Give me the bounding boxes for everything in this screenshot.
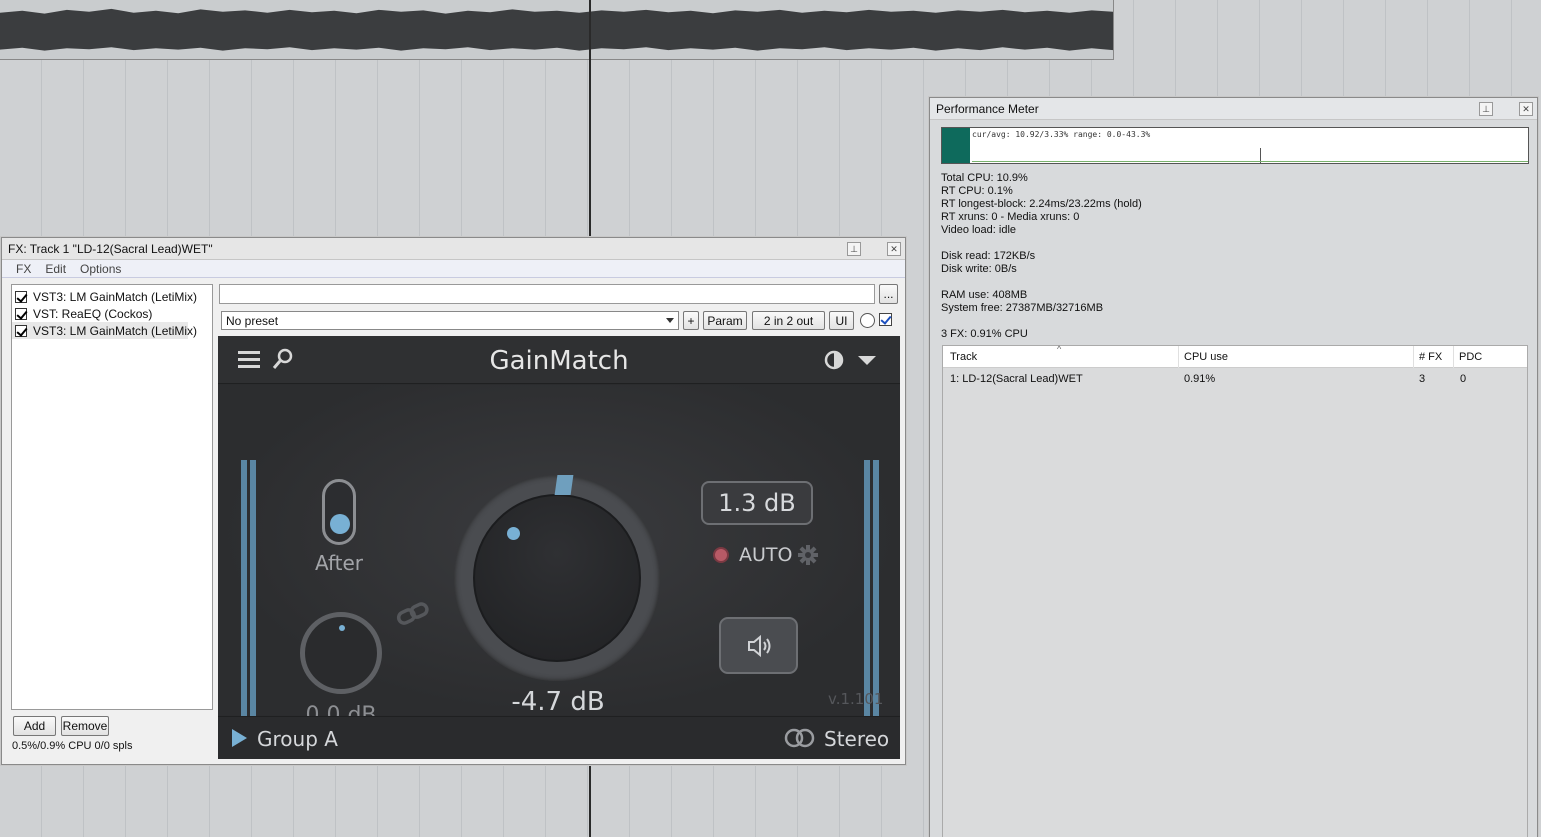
stat-fx-cpu: 3 FX: 0.91% CPU <box>941 328 1028 340</box>
track-cpu-table[interactable]: Track ^ CPU use # FX PDC 1: LD-12(Sacral… <box>942 344 1528 837</box>
perf-title: Performance Meter <box>936 101 1039 116</box>
fx-cpu-status: 0.5%/0.9% CPU 0/0 spls <box>12 740 133 752</box>
before-after-switch[interactable] <box>322 479 356 545</box>
pin-icon[interactable]: ⊥ <box>847 242 861 256</box>
wet-knob[interactable] <box>860 313 875 328</box>
column-track[interactable]: Track <box>950 351 977 363</box>
preset-more-button[interactable]: ... <box>879 284 898 304</box>
close-icon[interactable]: ✕ <box>887 242 901 256</box>
fx-chain-list[interactable]: VST3: LM GainMatch (LetiMix) VST: ReaEQ … <box>11 284 213 710</box>
fx-enable-checkbox[interactable] <box>15 324 27 337</box>
add-fx-button[interactable]: Add <box>13 716 56 736</box>
fx-enable-checkbox[interactable] <box>15 307 27 320</box>
chevron-down-icon[interactable] <box>858 356 876 366</box>
menu-edit[interactable]: Edit <box>45 262 66 276</box>
performance-meter-window: Performance Meter ⊥ ✕ cur/avg: 10.92/3.3… <box>929 97 1538 837</box>
mode-label[interactable]: Stereo <box>824 727 889 751</box>
stat-xruns: RT xruns: 0 - Media xruns: 0 <box>941 211 1080 223</box>
version-label: v.1.101 <box>828 690 884 708</box>
auto-label: AUTO <box>739 544 793 566</box>
plugin-header: GainMatch <box>218 336 900 384</box>
param-button[interactable]: Param <box>703 311 747 330</box>
contrast-icon[interactable] <box>824 350 844 370</box>
waveform <box>0 8 1113 51</box>
stat-disk-write: Disk write: 0B/s <box>941 263 1017 275</box>
plugin-body: After 0.0 dB -4.7 dB 1.3 dB AUTO <box>218 385 900 732</box>
stat-rt-longest-block: RT longest-block: 2.24ms/23.22ms (hold) <box>941 198 1142 210</box>
stat-ram-use: RAM use: 408MB <box>941 289 1028 301</box>
group-label[interactable]: Group A <box>257 727 338 751</box>
listen-button[interactable] <box>719 617 798 674</box>
fx-window-titlebar[interactable]: FX: Track 1 "LD-12(Sacral Lead)WET" ⊥ ✕ <box>2 238 905 260</box>
fx-chain-item-label: VST3: LM GainMatch (LetiMix) <box>33 323 198 338</box>
link-icon[interactable] <box>396 602 430 626</box>
knob-position-marker <box>554 475 574 495</box>
fx-chain-item-selected[interactable]: VST3: LM GainMatch (LetiMix) <box>12 322 197 339</box>
table-row[interactable]: 1: LD-12(Sacral Lead)WET 0.91% 3 0 <box>943 373 1527 389</box>
fx-chain-item-label: VST3: LM GainMatch (LetiMix) <box>33 289 198 304</box>
fx-enable-checkbox[interactable] <box>15 290 27 303</box>
auto-led[interactable] <box>713 547 729 563</box>
stereo-rings-icon[interactable] <box>784 728 816 748</box>
column-cpu-use[interactable]: CPU use <box>1184 351 1228 363</box>
trim-knob[interactable] <box>300 612 382 694</box>
menu-fx[interactable]: FX <box>16 262 31 276</box>
fx-chain-item[interactable]: VST3: LM GainMatch (LetiMix) <box>12 288 212 305</box>
stat-video-load: Video load: idle <box>941 224 1017 236</box>
row-cpu: 0.91% <box>1184 373 1216 385</box>
chevron-down-icon <box>666 318 674 323</box>
fx-menubar: FX Edit Options <box>2 260 905 278</box>
pin-icon[interactable]: ⊥ <box>1479 102 1493 116</box>
close-icon[interactable]: ✕ <box>1519 102 1533 116</box>
add-preset-button[interactable]: + <box>683 311 699 330</box>
plugin-title: GainMatch <box>489 346 629 376</box>
stat-system-free: System free: 27387MB/32716MB <box>941 302 1104 314</box>
gainmatch-plugin: GainMatch After 0.0 dB -4.7 d <box>218 336 900 759</box>
cpu-graph: cur/avg: 10.92/3.33% range: 0.0-43.3% <box>941 127 1529 164</box>
preset-name-field[interactable] <box>219 284 875 304</box>
row-fx-count: 3 <box>1419 373 1426 385</box>
gain-display-button[interactable]: 1.3 dB <box>701 481 813 525</box>
input-meter <box>238 460 258 732</box>
fx-window-title: FX: Track 1 "LD-12(Sacral Lead)WET" <box>8 241 213 256</box>
main-gain-knob[interactable] <box>454 475 660 681</box>
fx-chain-item-label: VST: ReaEQ (Cockos) <box>33 306 153 321</box>
cpu-graph-label: cur/avg: 10.92/3.33% range: 0.0-43.3% <box>972 130 1151 139</box>
play-triangle-icon[interactable] <box>232 729 248 747</box>
gear-icon[interactable] <box>798 545 818 565</box>
column-fx-count[interactable]: # FX <box>1419 351 1442 363</box>
menu-options[interactable]: Options <box>80 262 121 276</box>
ui-button[interactable]: UI <box>829 311 854 330</box>
table-header: Track ^ CPU use # FX PDC <box>943 344 1527 368</box>
stat-rt-cpu: RT CPU: 0.1% <box>941 185 1013 197</box>
plugin-footer: Group A Stereo <box>218 716 900 759</box>
io-routing-button[interactable]: 2 in 2 out <box>752 311 825 330</box>
preset-dropdown[interactable]: No preset <box>221 311 679 330</box>
fx-window: FX: Track 1 "LD-12(Sacral Lead)WET" ⊥ ✕ … <box>1 237 906 765</box>
main-knob-value: -4.7 dB <box>511 687 605 717</box>
stat-disk-read: Disk read: 172KB/s <box>941 250 1036 262</box>
row-track: 1: LD-12(Sacral Lead)WET <box>950 373 1083 385</box>
row-pdc: 0 <box>1460 373 1467 385</box>
remove-fx-button[interactable]: Remove <box>61 716 109 736</box>
perf-titlebar[interactable]: Performance Meter ⊥ ✕ <box>930 98 1537 120</box>
main-knob-indicator <box>507 527 520 540</box>
column-pdc[interactable]: PDC <box>1459 351 1482 363</box>
audio-item[interactable] <box>0 0 1114 60</box>
sort-ascending-icon: ^ <box>1057 344 1062 354</box>
fx-chain-item[interactable]: VST: ReaEQ (Cockos) <box>12 305 212 322</box>
stat-total-cpu: Total CPU: 10.9% <box>941 172 1028 184</box>
switch-label: After <box>314 551 364 575</box>
bypass-checkbox[interactable] <box>879 313 892 326</box>
speaker-icon <box>747 634 770 657</box>
preset-dropdown-value: No preset <box>226 313 279 328</box>
